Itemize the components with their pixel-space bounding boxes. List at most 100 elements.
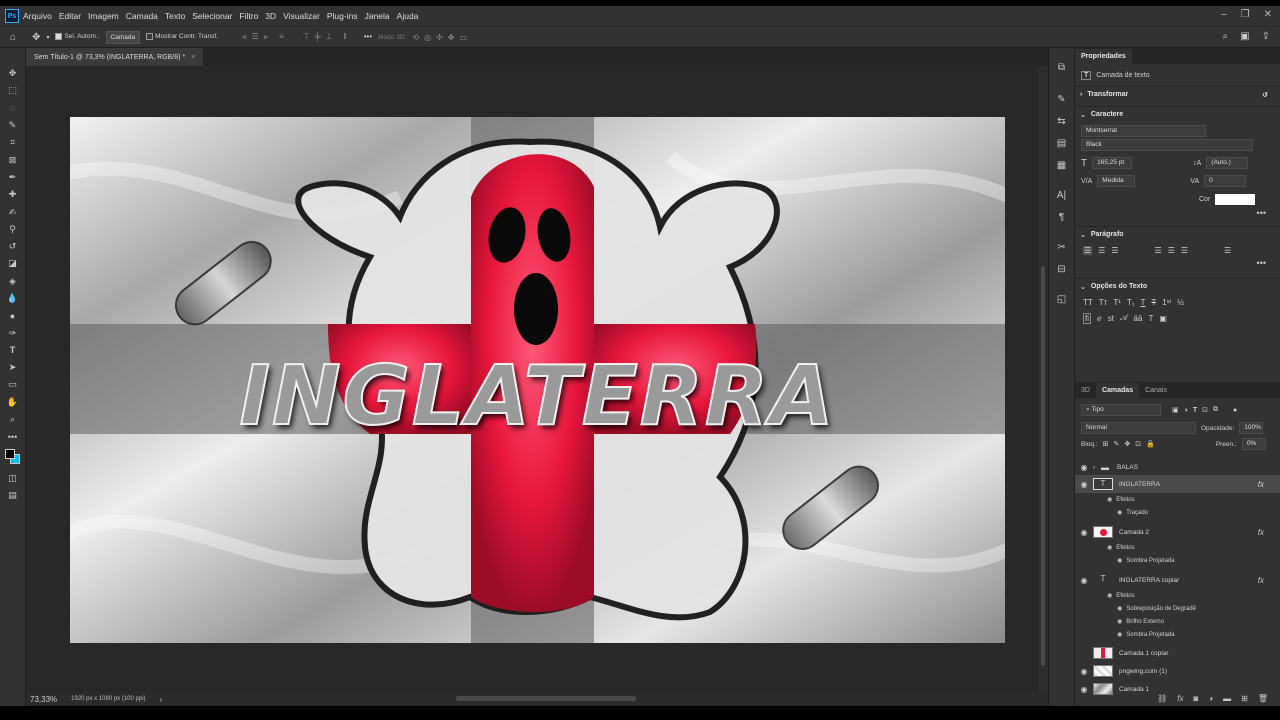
tracking-input[interactable]: 0 — [1204, 175, 1247, 187]
history-brush-tool-icon[interactable]: ↺ — [4, 239, 22, 254]
document-info[interactable]: 1920 px x 1080 px (100 ppi) — [71, 696, 145, 702]
justify-last-right-icon[interactable]: ☰ — [1181, 246, 1188, 255]
font-style-dropdown[interactable]: Black — [1081, 139, 1253, 151]
text-options-section-header[interactable]: ⌄ Opções do Texto — [1075, 278, 1280, 294]
strikethrough-icon[interactable]: T — [1151, 298, 1156, 307]
layer-row[interactable]: ◉ Camada 2 fx — [1075, 523, 1280, 541]
delete-layer-icon[interactable]: 🗑 — [1258, 694, 1268, 703]
reset-icon[interactable]: ↺ — [1262, 91, 1268, 99]
menu-plugins[interactable]: Plug-ins — [327, 11, 358, 21]
eye-icon[interactable]: ◉ — [1117, 631, 1122, 638]
rectangle-tool-icon[interactable]: ▭ — [4, 377, 22, 392]
vertical-scrollbar[interactable] — [1038, 66, 1048, 692]
show-transform-checkbox[interactable]: Mostrar Contr. Transf. — [146, 33, 218, 41]
all-caps-icon[interactable]: TT — [1083, 298, 1093, 307]
quick-select-tool-icon[interactable]: ✎ — [4, 118, 22, 133]
eyedropper-tool-icon[interactable]: ✒ — [4, 170, 22, 185]
zoom-tool-icon[interactable]: ⌕ — [4, 412, 22, 427]
new-layer-icon[interactable]: ⊞ — [1241, 694, 1248, 703]
effect-row[interactable]: ◉ Sobreposição de Degradê — [1075, 602, 1280, 615]
screen-mode-icon[interactable]: ▤ — [4, 488, 22, 503]
more-paragraph-options-icon[interactable]: ••• — [1075, 258, 1280, 270]
align-text-right-icon[interactable]: ☰ — [1111, 246, 1118, 255]
visibility-eye-icon[interactable]: ◉ — [1075, 528, 1093, 537]
menu-selecionar[interactable]: Selecionar — [192, 11, 232, 21]
menu-3d[interactable]: 3D — [265, 11, 276, 21]
marquee-tool-icon[interactable]: ⬚ — [4, 83, 22, 98]
transform-section-header[interactable]: › Transformar ↺ — [1075, 86, 1280, 102]
libraries-icon[interactable]: ▤ — [1057, 138, 1066, 154]
eye-icon[interactable]: ◉ — [1107, 592, 1112, 599]
fill-input[interactable]: 0% — [1241, 438, 1266, 450]
paragraph-panel-icon[interactable]: ¶ — [1059, 212, 1064, 228]
fraction-icon[interactable]: ½ — [1177, 298, 1184, 307]
eye-icon[interactable]: ◉ — [1107, 544, 1112, 551]
justify-last-left-icon[interactable]: ☰ — [1155, 246, 1162, 255]
new-adjustment-icon[interactable]: ◑ — [1208, 694, 1213, 703]
eye-icon[interactable]: ◉ — [1107, 496, 1112, 503]
tools-options-icon[interactable]: ✂ — [1057, 242, 1065, 258]
leading-input[interactable]: (Auto.) — [1206, 157, 1249, 169]
layer-filter-dropdown[interactable]: ⌕ Tipo — [1081, 404, 1161, 416]
add-mask-icon[interactable]: ◙ — [1193, 694, 1198, 703]
history-panel-icon[interactable]: ⧉ — [1058, 62, 1065, 78]
quick-mask-icon[interactable]: ◫ — [4, 471, 22, 486]
effects-row[interactable]: ◉ Efeitos — [1075, 589, 1280, 602]
menu-camada[interactable]: Camada — [126, 11, 158, 21]
fx-icon[interactable]: fx — [1258, 576, 1264, 585]
fx-icon[interactable]: fx — [1258, 480, 1264, 489]
path-select-tool-icon[interactable]: ➤ — [4, 360, 22, 375]
align-right-icon[interactable]: ⫸ — [264, 32, 269, 42]
font-family-dropdown[interactable]: Montserrat — [1081, 125, 1206, 137]
justify-all-icon[interactable]: ☰ — [1224, 246, 1231, 255]
filter-shape-icon[interactable]: ⊡ — [1202, 406, 1208, 414]
menu-janela[interactable]: Janela — [365, 11, 390, 21]
horizontal-scroll-thumb[interactable] — [456, 696, 636, 701]
align-bottom-icon[interactable]: ⊥ — [325, 32, 332, 42]
pan-3d-icon[interactable]: ✣ — [436, 33, 443, 42]
contextual-alt-icon[interactable]: ℯ — [1097, 314, 1102, 323]
filter-type-icon[interactable]: T — [1193, 407, 1197, 414]
eye-icon[interactable]: ◉ — [1117, 618, 1122, 625]
chevron-right-icon[interactable]: › — [1093, 464, 1101, 471]
distribute-v-icon[interactable]: ‖ — [343, 32, 346, 42]
menu-filtro[interactable]: Filtro — [239, 11, 258, 21]
document-tab[interactable]: Sem Título-1 @ 73,3% (INGLATERRA, RGB/8)… — [26, 48, 204, 66]
kerning-input[interactable]: Medida — [1097, 175, 1136, 187]
filter-adjust-icon[interactable]: ◑ — [1184, 407, 1188, 414]
more-tools-icon[interactable]: ••• — [4, 429, 22, 444]
filter-pixel-icon[interactable]: ▣ — [1172, 406, 1179, 414]
eye-icon[interactable]: ◉ — [1117, 605, 1122, 612]
pen-tool-icon[interactable]: ✑ — [4, 325, 22, 340]
paint-bucket-tool-icon[interactable]: ◈ — [4, 274, 22, 289]
underline-icon[interactable]: T — [1141, 298, 1146, 307]
brush-settings-icon[interactable]: ✎ — [1057, 94, 1065, 110]
ordinal-alt-icon[interactable]: ▣ — [1159, 314, 1167, 323]
more-character-options-icon[interactable]: ••• — [1075, 208, 1280, 220]
eye-icon[interactable]: ◉ — [1117, 509, 1122, 516]
effects-row[interactable]: ◉ Efeitos — [1075, 541, 1280, 554]
superscript-icon[interactable]: T¹ — [1113, 298, 1121, 307]
add-style-icon[interactable]: fx — [1177, 694, 1183, 703]
menu-visualizar[interactable]: Visualizar — [283, 11, 320, 21]
frame-tool-icon[interactable]: ⊠ — [4, 152, 22, 167]
subscript-icon[interactable]: T₁ — [1127, 298, 1135, 307]
type-tool-icon[interactable]: T — [4, 343, 22, 358]
color-swatches[interactable] — [4, 448, 22, 469]
justify-last-center-icon[interactable]: ☰ — [1168, 246, 1175, 255]
menu-arquivo[interactable]: Arquivo — [23, 11, 52, 21]
roll-3d-icon[interactable]: ◎ — [424, 33, 431, 42]
filter-toggle-icon[interactable]: ● — [1233, 407, 1237, 414]
effects-row[interactable]: ◉ Efeitos — [1075, 493, 1280, 506]
close-tab-icon[interactable]: × — [191, 54, 195, 61]
minimize-icon[interactable]: – — [1221, 9, 1227, 20]
artwork-canvas[interactable]: INGLATERRA — [70, 117, 1005, 643]
home-icon[interactable]: ⌂ — [10, 32, 16, 43]
fx-icon[interactable]: fx — [1258, 528, 1264, 537]
eye-icon[interactable]: ◉ — [1117, 557, 1122, 564]
eraser-tool-icon[interactable]: ◪ — [4, 256, 22, 271]
lock-all-icon[interactable]: 🔒 — [1146, 440, 1155, 448]
layer-row-selected[interactable]: ◉ T INGLATERRA fx — [1075, 475, 1280, 493]
restore-icon[interactable]: ❐ — [1241, 9, 1250, 20]
navigator-icon[interactable]: ◱ — [1057, 294, 1066, 310]
